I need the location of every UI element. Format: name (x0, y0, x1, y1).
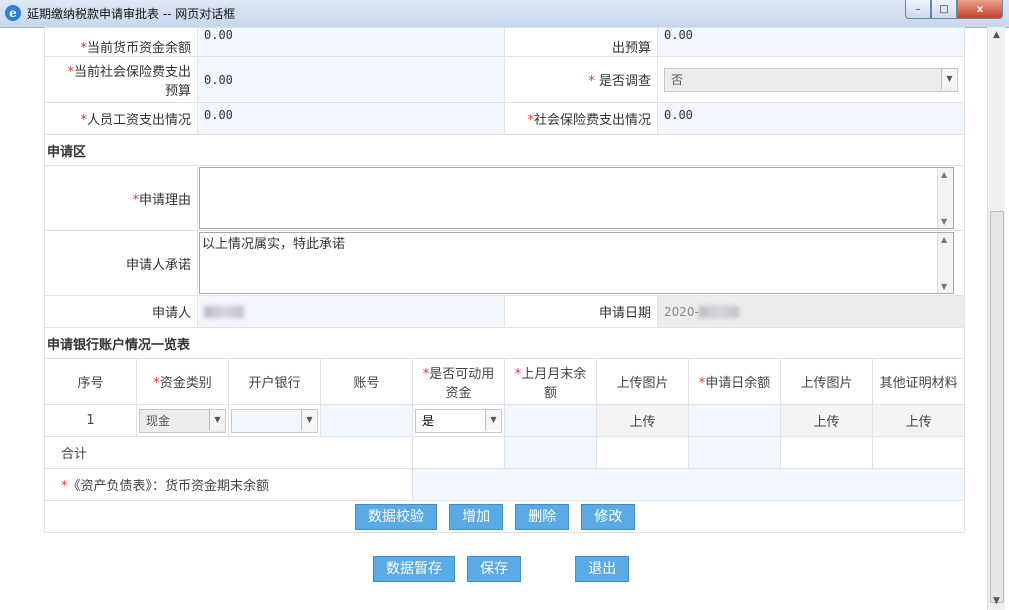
dialog-title-bar: e 延期缴纳税款申请审批表 -- 网页对话框 – □ x (0, 0, 1009, 28)
upload-image-button[interactable]: 上传 (596, 404, 689, 437)
applicant-label: 申请人 (44, 295, 198, 328)
chevron-down-icon: ▼ (941, 68, 957, 89)
scroll-down-arrow-icon[interactable]: ▼ (988, 593, 1005, 610)
row-index: 1 (44, 404, 137, 437)
usable-select[interactable]: 是 ▼ (415, 408, 502, 433)
header-upload-2: 上传图片 (780, 358, 873, 405)
budget-label: 出预算 (504, 27, 658, 57)
delete-button[interactable]: 删除 (515, 503, 570, 530)
total-label: 合计 (44, 436, 413, 469)
last-month-balance-input[interactable] (504, 404, 597, 437)
social-insurance-budget-label: *当前社会保险费支出 预算 (44, 56, 198, 103)
footer-buttons: 数据暂存 保存 退出 (373, 556, 973, 586)
header-bank: 开户银行 (228, 358, 321, 405)
balance-sheet-label: *《资产负债表》：货币资金期末余额 (44, 468, 413, 501)
apply-date-value: 2020- (656, 295, 966, 328)
total-apply-day (688, 436, 781, 469)
investigated-label: * 是否调查 (504, 56, 658, 103)
validate-button[interactable]: 数据校验 (355, 503, 437, 530)
header-fund-type: *资金类别 (136, 358, 229, 405)
bank-section-title: 申请银行账户情况一览表 (43, 327, 966, 359)
application-form: *当前货币资金余额 0.00 出预算 0.00 *当前社会保险费支出 预算 0.0… (43, 27, 966, 533)
upload-proof-button[interactable]: 上传 (871, 404, 966, 437)
minimize-button[interactable]: – (905, 0, 931, 19)
apply-date-label: 申请日期 (504, 295, 658, 328)
table-row: 1 现金 ▼ ▼ 是 ▼ 上传 上传 上传 (44, 404, 966, 437)
reason-label: *申请理由 (44, 165, 198, 231)
modify-button[interactable]: 修改 (581, 503, 636, 530)
social-insurance-expense-value[interactable]: 0.00 (657, 102, 965, 135)
balance-sheet-input[interactable] (411, 468, 966, 501)
redacted-name (204, 306, 244, 318)
save-button[interactable]: 保存 (467, 556, 522, 582)
fund-type-select[interactable]: 现金 ▼ (139, 408, 226, 433)
bank-select[interactable]: ▼ (231, 408, 318, 433)
promise-label: 申请人承诺 (44, 230, 198, 296)
salary-expense-label: *人员工资支出情况 (44, 102, 198, 135)
header-usable: *是否可动用资金 (412, 358, 505, 405)
exit-button[interactable]: 退出 (575, 556, 630, 582)
current-funds-value[interactable]: 0.00 (197, 27, 505, 57)
maximize-button[interactable]: □ (931, 0, 957, 19)
promise-textarea[interactable]: 以上情况属实，特此承诺 ▲ ▼ (199, 232, 955, 294)
dialog-title: 延期缴纳税款申请审批表 -- 网页对话框 (27, 7, 236, 21)
scroll-thumb[interactable] (990, 211, 1004, 603)
textarea-scrollbar[interactable]: ▲ ▼ (937, 168, 954, 228)
top-fields-table: *当前货币资金余额 0.00 出预算 0.00 *当前社会保险费支出 预算 0.0… (44, 27, 965, 135)
apply-day-balance-input[interactable] (688, 404, 781, 437)
scroll-up-arrow-icon[interactable]: ▲ (988, 27, 1005, 44)
header-last-month-balance: *上月月末余额 (504, 358, 597, 405)
chevron-down-icon: ▼ (209, 409, 225, 430)
header-account: 账号 (320, 358, 413, 405)
ie-icon: e (5, 5, 21, 21)
total-last-month (504, 436, 597, 469)
header-upload-1: 上传图片 (596, 358, 689, 405)
account-input[interactable] (320, 404, 413, 437)
applicant-value (197, 295, 505, 328)
header-index: 序号 (44, 358, 137, 405)
header-apply-day-balance: *申请日余额 (688, 358, 781, 405)
apply-section-title: 申请区 (43, 134, 966, 166)
current-funds-label: *当前货币资金余额 (44, 27, 198, 57)
apply-section-table: 申请区 *申请理由 ▲▼ 申请人承诺 以上情况属实，特此承诺 ▲▼ 申请人 (43, 134, 966, 328)
reason-textarea[interactable]: ▲ ▼ (199, 167, 955, 229)
investigated-select[interactable]: 否 ▼ (664, 67, 958, 92)
upload-image-button[interactable]: 上传 (780, 404, 873, 437)
chevron-down-icon: ▼ (485, 409, 501, 430)
add-button[interactable]: 增加 (449, 503, 504, 530)
social-insurance-expense-label: *社会保险费支出情况 (504, 102, 658, 135)
salary-expense-value[interactable]: 0.00 (197, 102, 505, 135)
textarea-scrollbar[interactable]: ▲ ▼ (937, 233, 954, 293)
budget-value[interactable]: 0.00 (657, 27, 965, 57)
header-other-proof: 其他证明材料 (871, 358, 966, 405)
vertical-scrollbar[interactable]: ▲ ▼ (987, 27, 1005, 610)
bank-accounts-table: 申请银行账户情况一览表 序号 *资金类别 开户银行 账号 *是否可动用资金 *上… (43, 327, 966, 533)
chevron-down-icon: ▼ (301, 409, 317, 430)
social-insurance-budget-value[interactable]: 0.00 (197, 56, 505, 103)
temp-save-button[interactable]: 数据暂存 (373, 556, 455, 582)
close-button[interactable]: x (957, 0, 1003, 19)
